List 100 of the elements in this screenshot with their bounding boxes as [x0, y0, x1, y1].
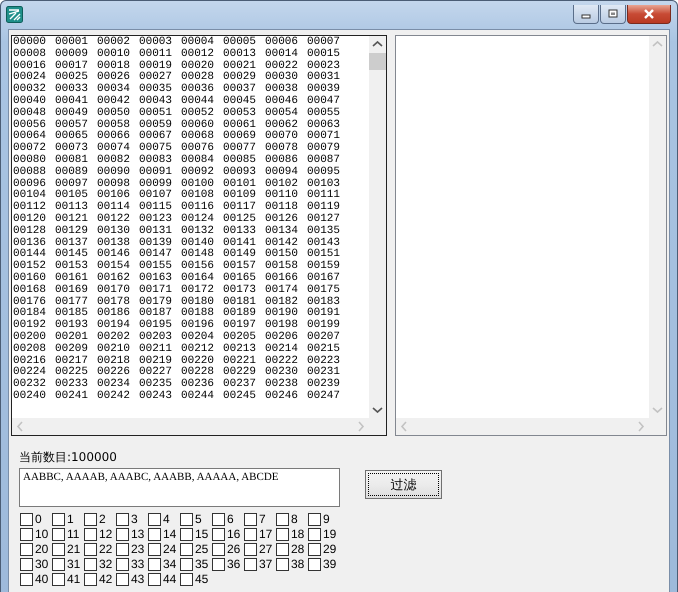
list-item[interactable]: 00218 [97, 356, 139, 368]
list-item[interactable]: 00106 [97, 190, 139, 202]
checkbox[interactable] [52, 513, 65, 526]
list-item[interactable]: 00187 [139, 308, 181, 320]
list-item[interactable]: 00114 [97, 202, 139, 214]
checkbox[interactable] [244, 543, 257, 556]
list-item[interactable]: 00237 [223, 379, 265, 391]
list-item[interactable]: 00163 [139, 272, 181, 285]
list-item[interactable]: 00063 [307, 120, 349, 132]
list-item[interactable]: 00194 [97, 320, 139, 332]
list-item[interactable]: 00082 [97, 154, 139, 167]
checkbox[interactable] [52, 558, 65, 571]
list-item[interactable]: 00147 [139, 249, 181, 262]
list-item[interactable]: 00112 [13, 202, 55, 214]
checkbox[interactable] [52, 543, 65, 556]
list-item[interactable]: 00039 [307, 84, 349, 96]
list-item[interactable]: 00208 [13, 344, 55, 356]
filter-button[interactable]: 过滤 [365, 470, 442, 499]
list-item[interactable]: 00061 [223, 120, 265, 132]
list-item[interactable]: 00012 [181, 48, 223, 61]
list-item[interactable]: 00180 [181, 296, 223, 308]
list-item[interactable]: 00067 [139, 131, 181, 144]
checkbox[interactable] [116, 513, 129, 526]
list-item[interactable]: 00212 [181, 344, 223, 356]
list-item[interactable]: 00220 [181, 356, 223, 368]
list-item[interactable]: 00115 [139, 202, 181, 214]
list-item[interactable]: 00130 [97, 226, 139, 238]
list-item[interactable]: 00246 [265, 390, 307, 403]
list-item[interactable]: 00191 [307, 308, 349, 320]
list-item[interactable]: 00100 [181, 178, 223, 190]
list-item[interactable]: 00216 [13, 356, 55, 368]
list-item[interactable]: 00206 [265, 332, 307, 344]
list-item[interactable]: 00109 [223, 190, 265, 202]
checkbox[interactable] [84, 513, 97, 526]
list-item[interactable]: 00174 [265, 284, 307, 297]
list-item[interactable]: 00137 [55, 238, 97, 250]
list-item[interactable]: 00225 [55, 367, 97, 380]
checkbox[interactable] [308, 513, 321, 526]
checkbox[interactable] [212, 543, 225, 556]
checkbox[interactable] [276, 513, 289, 526]
list-item[interactable]: 00240 [13, 390, 55, 403]
list-item[interactable]: 00197 [223, 320, 265, 332]
list-item[interactable]: 00048 [13, 108, 55, 120]
list-item[interactable]: 00099 [139, 178, 181, 190]
list-item[interactable]: 00009 [55, 48, 97, 61]
checkbox[interactable] [180, 558, 193, 571]
list-item[interactable]: 00128 [13, 226, 55, 238]
checkbox[interactable] [180, 543, 193, 556]
list-item[interactable]: 00223 [307, 356, 349, 368]
list-item[interactable]: 00195 [139, 320, 181, 332]
list-item[interactable]: 00190 [265, 308, 307, 320]
list-item[interactable]: 00017 [55, 60, 97, 72]
list-item[interactable]: 00022 [265, 60, 307, 72]
list-item[interactable]: 00034 [97, 84, 139, 96]
checkbox[interactable] [212, 528, 225, 541]
list-item[interactable]: 00213 [223, 344, 265, 356]
list-item[interactable]: 00171 [139, 284, 181, 297]
list-item[interactable]: 00090 [97, 166, 139, 179]
checkbox[interactable] [116, 528, 129, 541]
list-item[interactable]: 00136 [13, 238, 55, 250]
checkbox[interactable] [148, 543, 161, 556]
list-item[interactable]: 00044 [181, 96, 223, 108]
list-item[interactable]: 00121 [55, 214, 97, 226]
list-item[interactable]: 00231 [307, 367, 349, 380]
list-item[interactable]: 00102 [265, 178, 307, 190]
list-item[interactable]: 00066 [97, 131, 139, 144]
list-item[interactable]: 00056 [13, 120, 55, 132]
list-item[interactable]: 00054 [265, 108, 307, 120]
list-item[interactable]: 00184 [13, 308, 55, 320]
list-item[interactable]: 00091 [139, 166, 181, 179]
checkbox[interactable] [52, 573, 65, 586]
list-item[interactable]: 00188 [181, 308, 223, 320]
list-item[interactable]: 00051 [139, 108, 181, 120]
checkbox[interactable] [84, 573, 97, 586]
list-item[interactable]: 00031 [307, 72, 349, 84]
list-item[interactable]: 00198 [265, 320, 307, 332]
checkbox[interactable] [308, 558, 321, 571]
list-item[interactable]: 00238 [265, 379, 307, 391]
checkbox[interactable] [20, 543, 33, 556]
list-item[interactable]: 00229 [223, 367, 265, 380]
list-item[interactable]: 00041 [55, 96, 97, 108]
list-item[interactable]: 00027 [139, 72, 181, 84]
list-item[interactable]: 00002 [97, 37, 139, 49]
list-item[interactable]: 00142 [265, 238, 307, 250]
list-item[interactable]: 00047 [307, 96, 349, 108]
list-item[interactable]: 00107 [139, 190, 181, 202]
list-item[interactable]: 00057 [55, 120, 97, 132]
list-item[interactable]: 00046 [265, 96, 307, 108]
list-item[interactable]: 00151 [307, 249, 349, 262]
list-item[interactable]: 00139 [139, 238, 181, 250]
list-item[interactable]: 00134 [265, 226, 307, 238]
list-item[interactable]: 00219 [139, 356, 181, 368]
list-item[interactable]: 00093 [223, 166, 265, 179]
checkbox[interactable] [308, 528, 321, 541]
list-item[interactable]: 00120 [13, 214, 55, 226]
list-item[interactable]: 00135 [307, 226, 349, 238]
list-item[interactable]: 00000 [13, 37, 55, 49]
list-item[interactable]: 00053 [223, 108, 265, 120]
checkbox[interactable] [180, 528, 193, 541]
list-item[interactable]: 00159 [307, 261, 349, 273]
